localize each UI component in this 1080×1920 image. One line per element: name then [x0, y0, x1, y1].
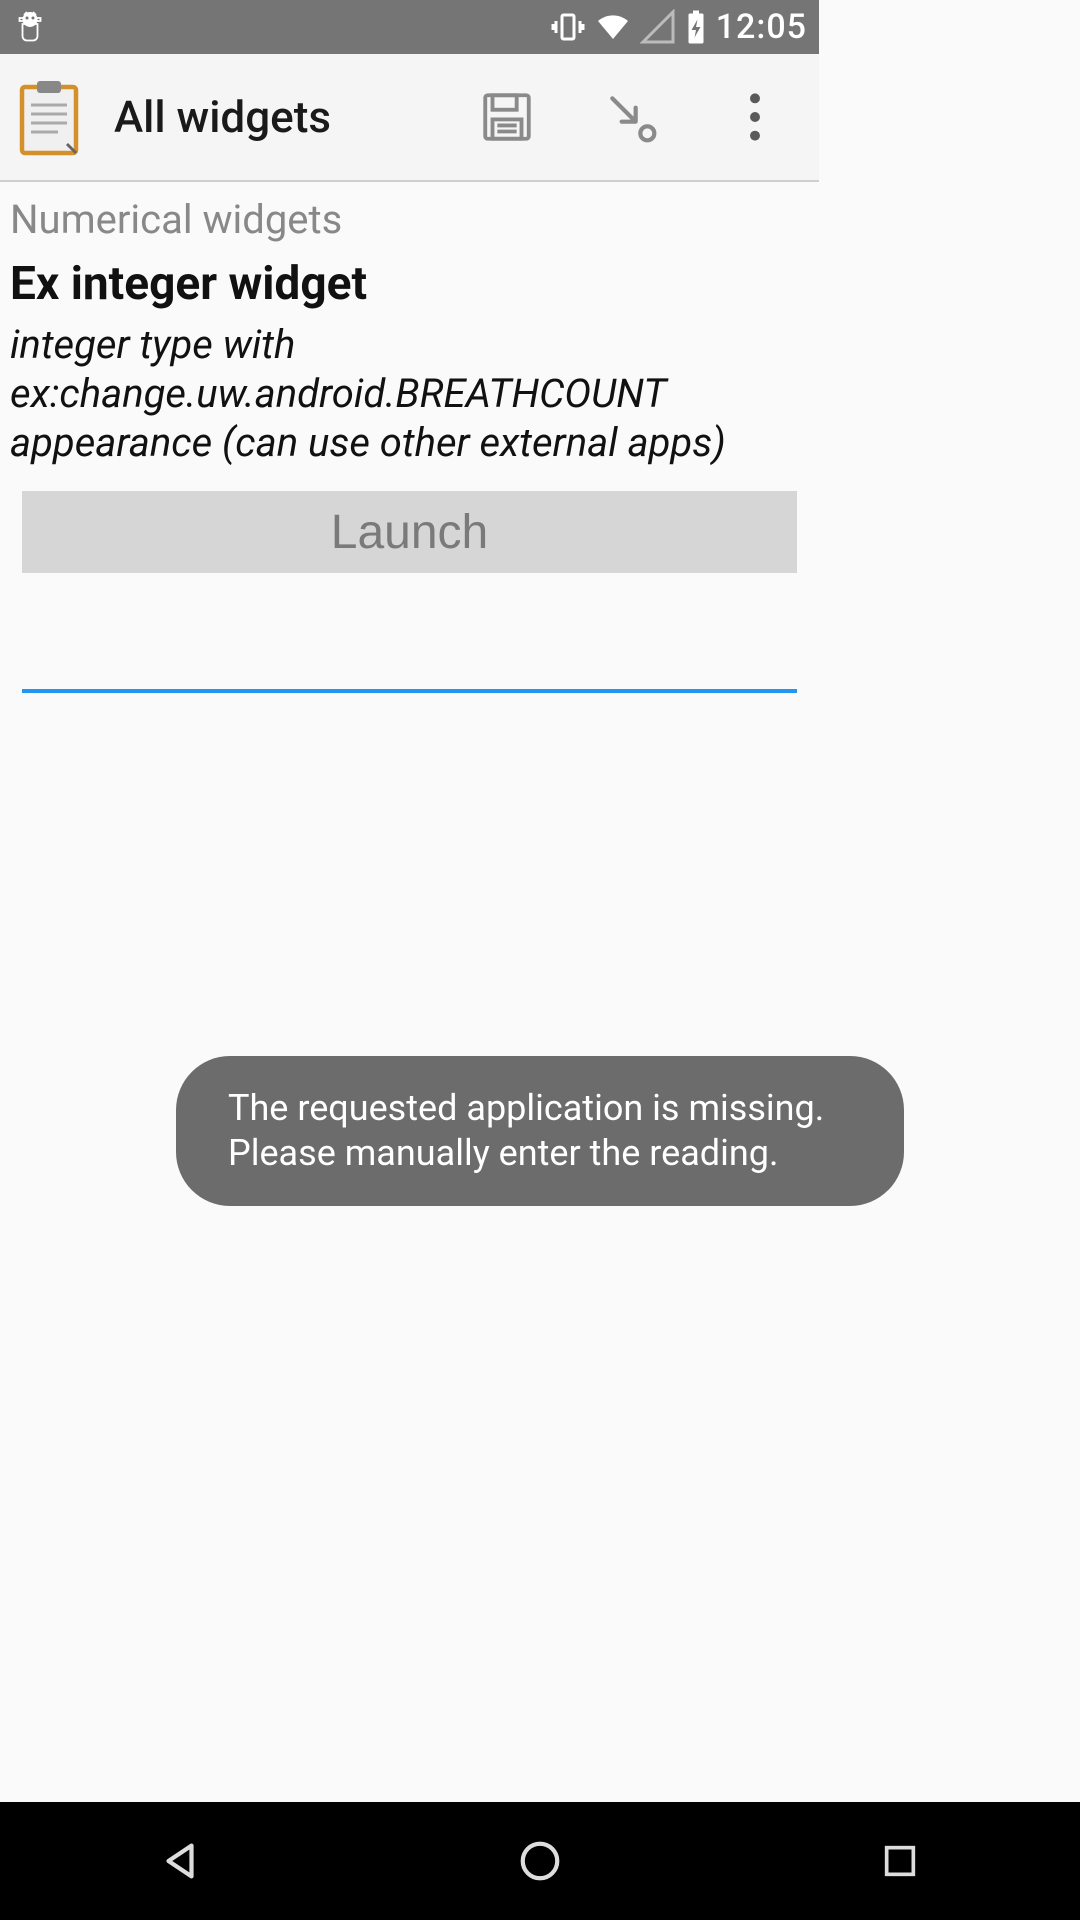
recents-button[interactable] — [870, 1831, 930, 1891]
home-button[interactable] — [510, 1831, 570, 1891]
app-title: All widgets — [114, 91, 475, 143]
status-bar: 12:05 — [0, 0, 819, 54]
debug-icon — [12, 9, 48, 45]
status-left — [12, 9, 48, 45]
navigation-bar — [0, 1802, 1080, 1920]
app-bar: All widgets — [0, 54, 819, 182]
widget-title: Ex integer widget — [10, 257, 809, 311]
clipboard-icon — [16, 78, 82, 156]
toast-text: The requested application is missing. Pl… — [228, 1087, 824, 1174]
vibrate-icon — [550, 9, 586, 45]
value-input[interactable] — [22, 613, 797, 693]
status-time: 12:05 — [716, 7, 807, 47]
action-icons — [475, 85, 803, 149]
widget-description: integer type with ex:change.uw.android.B… — [10, 321, 809, 467]
main-content: Numerical widgets Ex integer widget inte… — [0, 182, 819, 701]
goto-button[interactable] — [599, 85, 663, 149]
cellular-icon — [640, 9, 676, 45]
status-right: 12:05 — [550, 7, 807, 47]
back-button[interactable] — [150, 1831, 210, 1891]
battery-charging-icon — [684, 9, 708, 45]
launch-button[interactable]: Launch — [22, 491, 797, 573]
wifi-icon — [594, 9, 632, 45]
section-header: Numerical widgets — [10, 196, 809, 243]
overflow-menu-button[interactable] — [723, 85, 787, 149]
save-button[interactable] — [475, 85, 539, 149]
toast-message: The requested application is missing. Pl… — [176, 1056, 904, 1206]
